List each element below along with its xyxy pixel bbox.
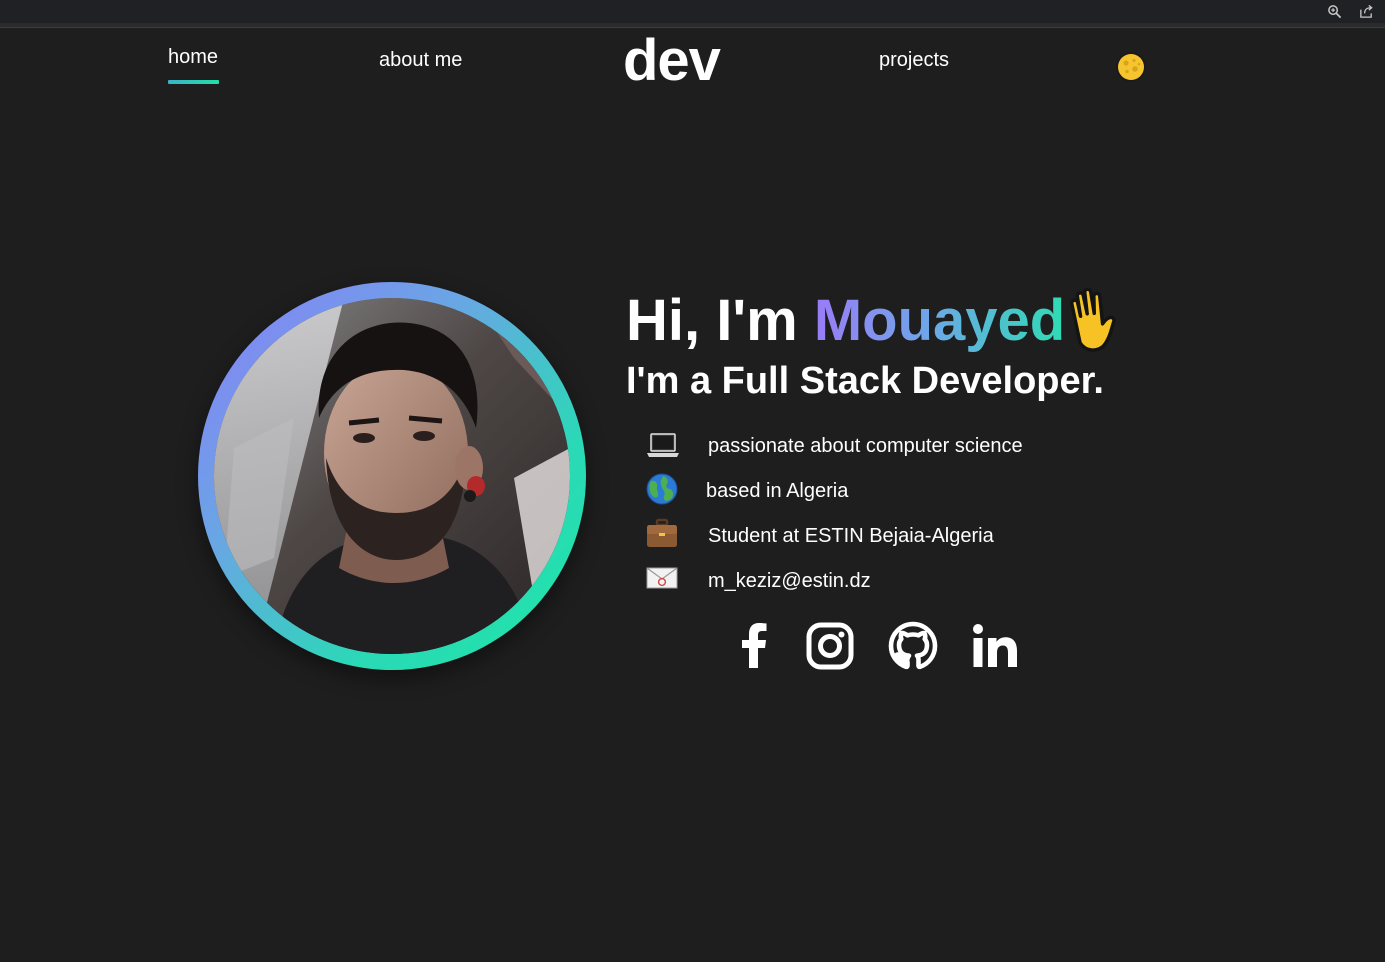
share-icon[interactable] <box>1358 3 1374 19</box>
nav-projects-link[interactable]: projects <box>879 49 949 72</box>
moon-icon <box>1116 52 1146 82</box>
hero-name: Mouayed <box>813 288 1066 353</box>
info-email[interactable]: m_keziz@estin.dz <box>708 570 871 593</box>
info-passion: passionate about computer science <box>708 435 1023 457</box>
instagram-icon[interactable] <box>805 621 855 671</box>
browser-toolbar <box>0 0 1385 23</box>
waving-hand-icon <box>1062 286 1122 354</box>
facebook-icon[interactable] <box>730 620 780 670</box>
laptop-icon <box>646 430 680 464</box>
info-location: based in Algeria <box>706 480 849 502</box>
greeting-prefix: Hi, I'm <box>626 288 814 353</box>
site-logo[interactable]: dev <box>623 32 721 90</box>
zoom-in-icon[interactable] <box>1326 3 1342 19</box>
nav-about-link[interactable]: about me <box>379 49 462 72</box>
nav-active-underline <box>168 80 219 84</box>
hero-subtitle: I'm a Full Stack Developer. <box>626 360 1104 402</box>
briefcase-icon <box>645 517 679 551</box>
github-icon[interactable] <box>888 621 938 671</box>
linkedin-icon[interactable] <box>970 621 1020 671</box>
nav-home-link[interactable]: home <box>168 46 218 69</box>
info-education: Student at ESTIN Bejaia-Algeria <box>708 525 994 547</box>
hero-greeting: Hi, I'm Mouayed <box>626 286 1065 356</box>
globe-icon <box>645 472 679 506</box>
email-icon <box>645 562 679 596</box>
theme-toggle-button[interactable] <box>1115 51 1147 83</box>
avatar <box>214 298 570 654</box>
